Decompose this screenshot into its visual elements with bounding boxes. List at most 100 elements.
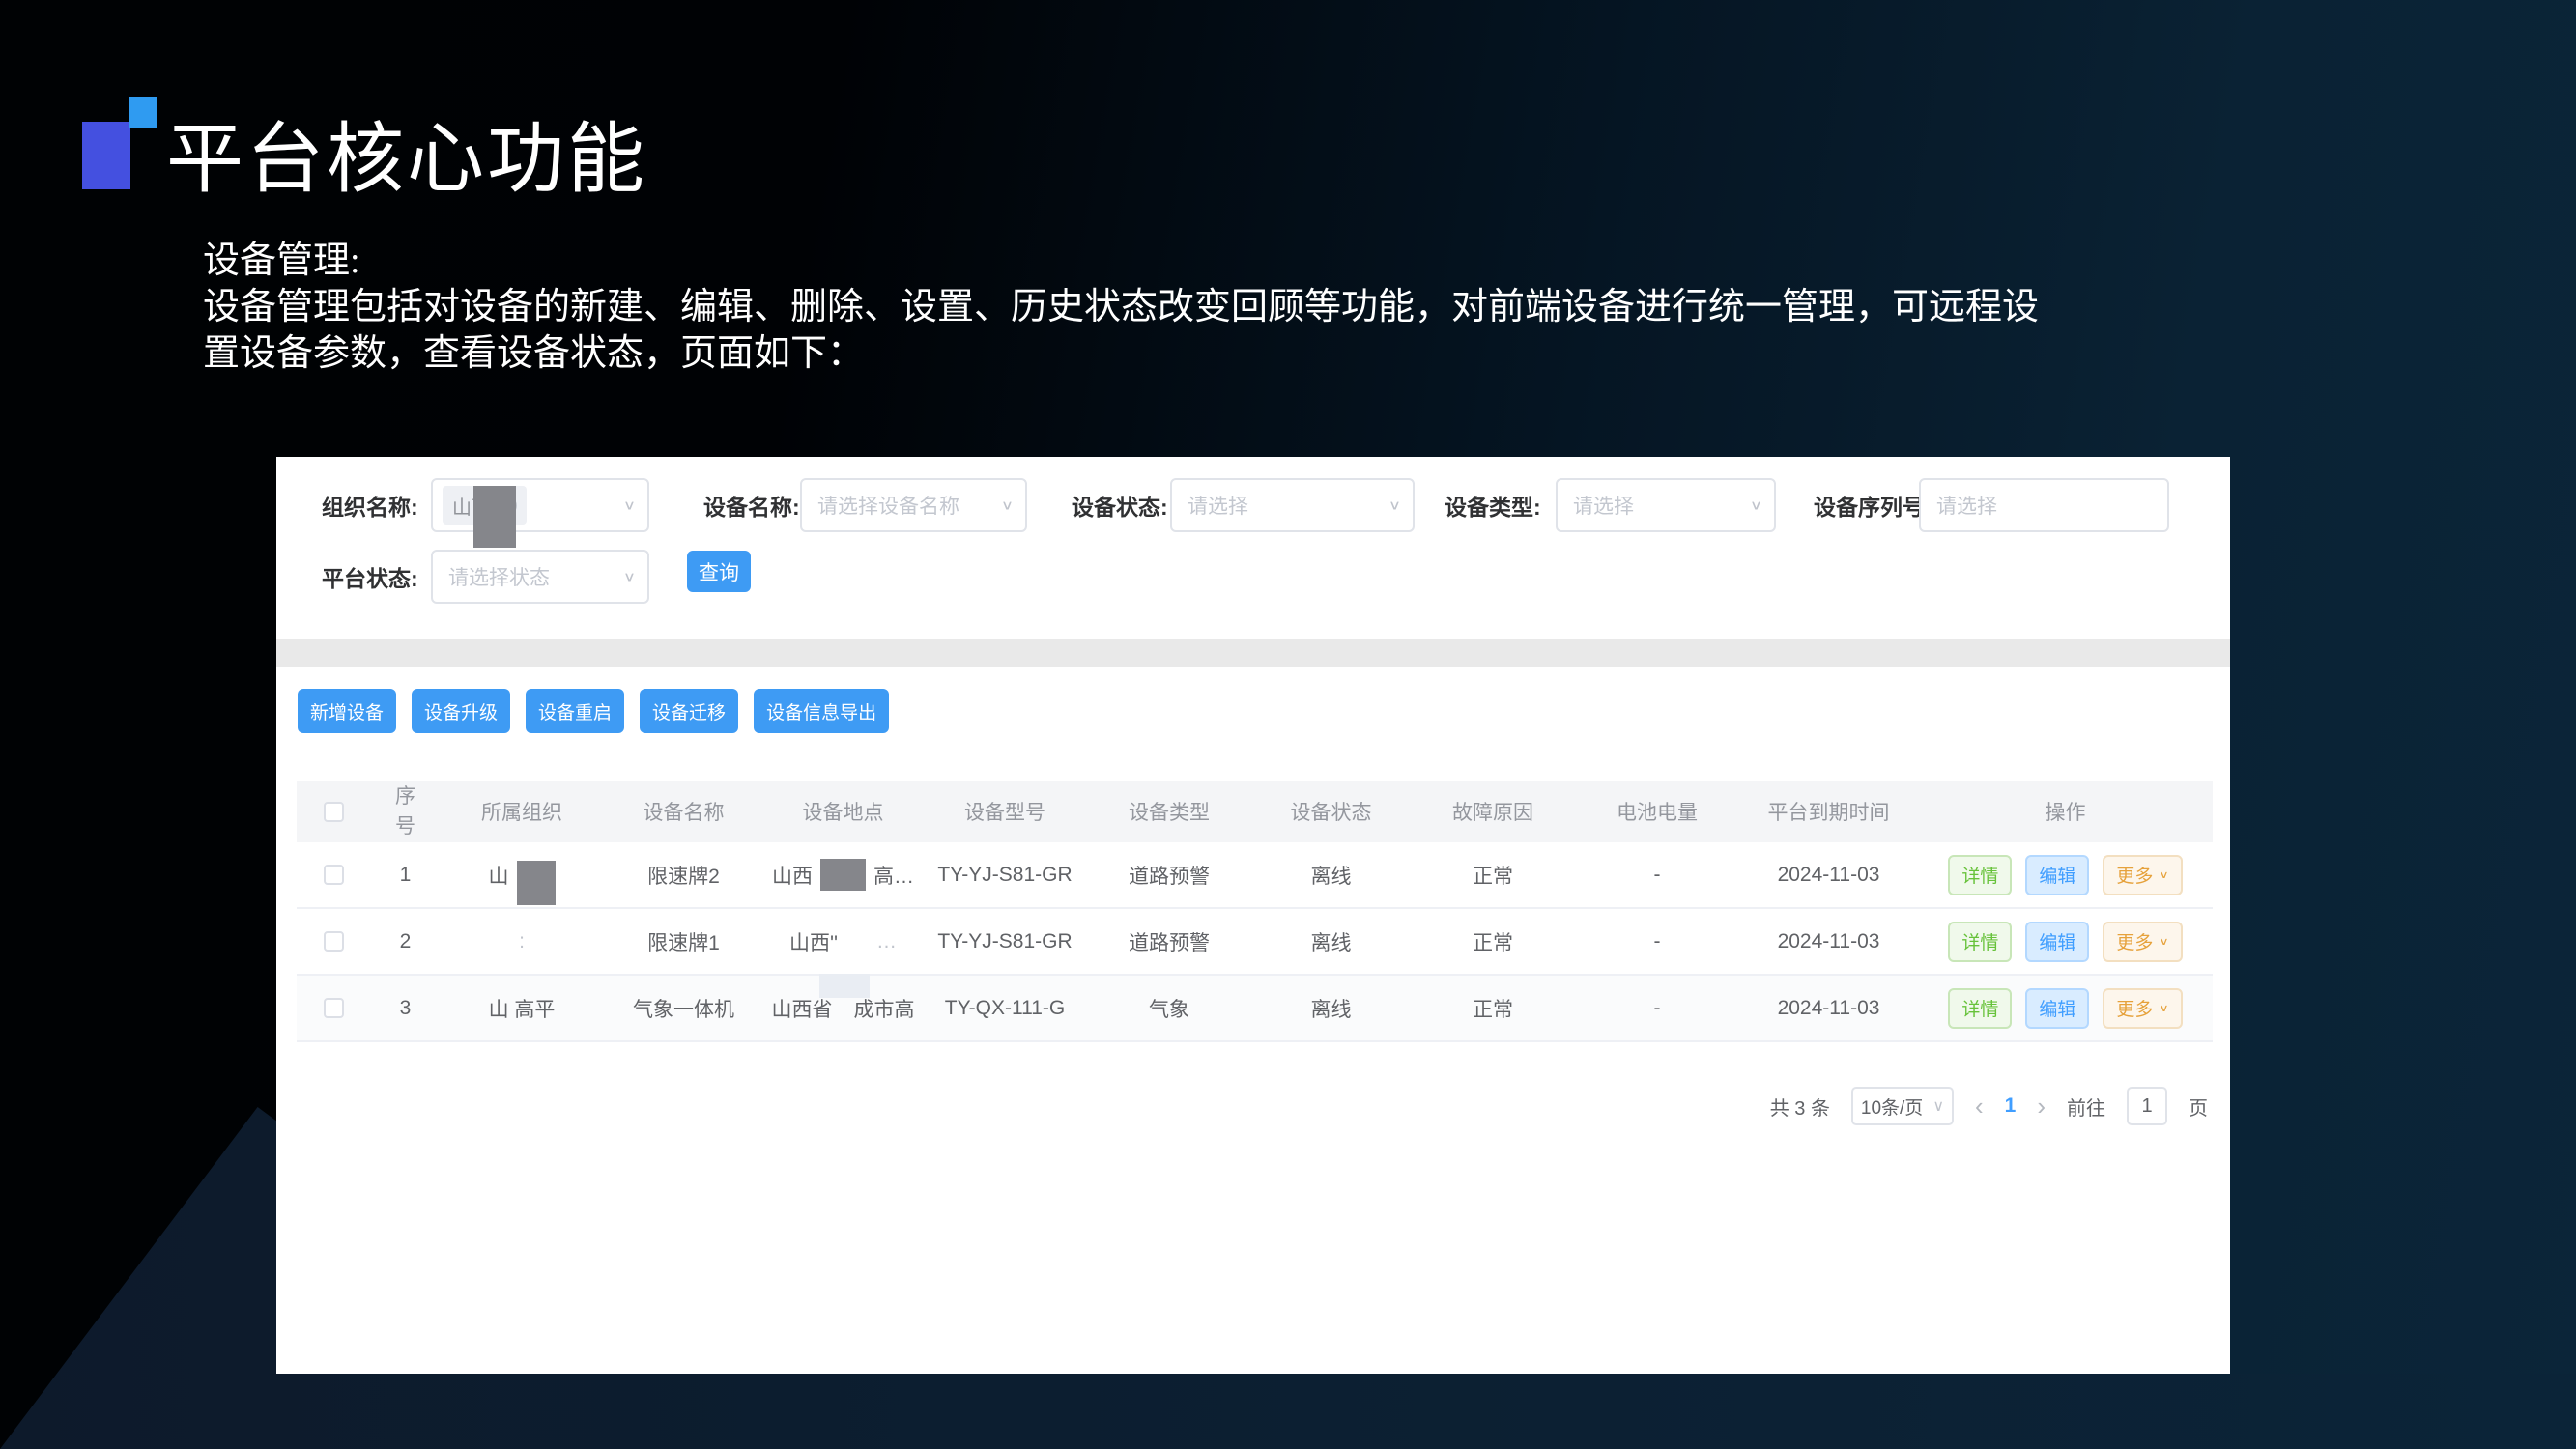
platform-status-placeholder: 请选择状态	[448, 562, 550, 591]
detail-button[interactable]: 详情	[1948, 988, 2012, 1029]
page-size-select[interactable]: 10条/页 ∨	[1851, 1087, 1954, 1125]
device-status-select[interactable]: 请选择 ∨	[1170, 478, 1415, 532]
export-device-info-button[interactable]: 设备信息导出	[754, 689, 889, 733]
body-line-2: 设备管理包括对设备的新建、编辑、删除、设置、历史状态改变回顾等功能，对前端设备进…	[203, 284, 2396, 330]
cell-actions: 详情 编辑 更多 ∨	[1918, 855, 2213, 895]
cell-expire: 2024-11-03	[1739, 997, 1918, 1020]
header-fault: 故障原因	[1411, 797, 1575, 826]
device-type-select[interactable]: 请选择 ∨	[1556, 478, 1776, 532]
device-serial-label: 设备序列号:	[1814, 489, 1932, 522]
row-checkbox[interactable]	[324, 931, 344, 952]
chevron-down-icon: ∨	[2159, 935, 2168, 948]
cell-model: TY-YJ-S81-GR	[923, 864, 1087, 887]
goto-label: 前往	[2067, 1093, 2105, 1121]
cell-name: 限速牌1	[604, 927, 763, 956]
edit-button[interactable]: 编辑	[2025, 988, 2089, 1029]
device-serial-input[interactable]: 请选择	[1919, 478, 2169, 532]
cell-battery: -	[1575, 997, 1739, 1020]
cell-location: 山西 高…	[763, 859, 923, 891]
cell-actions: 详情 编辑 更多 ∨	[1918, 988, 2213, 1029]
row-checkbox[interactable]	[324, 998, 344, 1018]
table-row: 1 山 限速牌2 山西 高… TY-YJ-S81-GR 道路预警 离线 正常 -…	[297, 842, 2213, 909]
cell-expire: 2024-11-03	[1739, 864, 1918, 887]
cell-org: :	[440, 930, 604, 953]
cell-battery: -	[1575, 864, 1739, 887]
header-expire: 平台到期时间	[1739, 797, 1918, 826]
migrate-device-button[interactable]: 设备迁移	[640, 689, 738, 733]
cell-expire: 2024-11-03	[1739, 930, 1918, 953]
table-row: 3 山 高平 气象一体机 山西省 成市高 TY-QX-111-G 气象 离线 正…	[297, 976, 2213, 1042]
cell-location: 山西'' …	[763, 927, 923, 956]
reboot-device-button[interactable]: 设备重启	[526, 689, 624, 733]
total-count: 共 3 条	[1770, 1093, 1830, 1121]
device-table: 序号 所属组织 设备名称 设备地点 设备型号 设备类型 设备状态 故障原因 电池…	[297, 781, 2213, 1042]
redaction-block-light	[819, 974, 870, 998]
chevron-down-icon: ∨	[1750, 497, 1762, 513]
device-management-panel: 组织名称: 山西 ✕ ∨ 设备名称: 请选择设备名称 ∨ 设备状态: 请选择 ∨…	[276, 457, 2230, 1374]
chevron-down-icon: ∨	[623, 569, 636, 584]
cell-location: 山西省 成市高	[763, 994, 923, 1023]
page-suffix: 页	[2189, 1093, 2208, 1121]
device-status-placeholder: 请选择	[1188, 491, 1248, 520]
cell-org: 山 高平	[440, 994, 604, 1023]
cell-status: 离线	[1251, 994, 1411, 1023]
device-status-label: 设备状态:	[1072, 489, 1168, 522]
cell-name: 限速牌2	[604, 861, 763, 890]
cell-org: 山	[440, 853, 604, 897]
cell-type: 道路预警	[1087, 861, 1251, 890]
header-battery: 电池电量	[1575, 797, 1739, 826]
upgrade-device-button[interactable]: 设备升级	[412, 689, 510, 733]
header-index: 序号	[393, 781, 418, 842]
cell-index: 3	[371, 997, 440, 1020]
more-button[interactable]: 更多 ∨	[2103, 988, 2182, 1029]
header-actions: 操作	[1918, 797, 2213, 826]
detail-button[interactable]: 详情	[1948, 855, 2012, 895]
more-button[interactable]: 更多 ∨	[2103, 855, 2182, 895]
page-number[interactable]: 1	[2005, 1094, 2017, 1118]
table-header-row: 序号 所属组织 设备名称 设备地点 设备型号 设备类型 设备状态 故障原因 电池…	[297, 781, 2213, 842]
org-name-select[interactable]: 山西 ✕ ∨	[431, 478, 649, 532]
cell-fault: 正常	[1411, 861, 1575, 890]
platform-status-label: 平台状态:	[322, 560, 418, 593]
chevron-down-icon: ∨	[1388, 497, 1401, 513]
chevron-down-icon: ∨	[2159, 1002, 2168, 1014]
edit-button[interactable]: 编辑	[2025, 855, 2089, 895]
device-serial-placeholder: 请选择	[1936, 491, 1997, 520]
search-button[interactable]: 查询	[687, 551, 751, 592]
table-row: 2 : 限速牌1 山西'' … TY-YJ-S81-GR 道路预警 离线 正常 …	[297, 909, 2213, 976]
cell-type: 气象	[1087, 994, 1251, 1023]
prev-page-arrow[interactable]: ‹	[1975, 1094, 1984, 1119]
next-page-arrow[interactable]: ›	[2037, 1094, 2046, 1119]
cell-index: 2	[371, 930, 440, 953]
platform-status-select[interactable]: 请选择状态 ∨	[431, 550, 649, 604]
redaction-block	[820, 859, 866, 891]
add-device-button[interactable]: 新增设备	[298, 689, 396, 733]
redaction-block	[473, 486, 516, 548]
section-divider-band	[276, 639, 2230, 667]
device-name-label: 设备名称:	[703, 489, 800, 522]
cell-fault: 正常	[1411, 994, 1575, 1023]
edit-button[interactable]: 编辑	[2025, 922, 2089, 962]
device-name-select[interactable]: 请选择设备名称 ∨	[800, 478, 1027, 532]
header-status: 设备状态	[1251, 797, 1411, 826]
title-decor-square-small	[129, 97, 157, 128]
cell-status: 离线	[1251, 861, 1411, 890]
cell-fault: 正常	[1411, 927, 1575, 956]
cell-status: 离线	[1251, 927, 1411, 956]
row-checkbox[interactable]	[324, 865, 344, 885]
chevron-down-icon: ∨	[1001, 497, 1014, 513]
chevron-down-icon: ∨	[1932, 1096, 1944, 1116]
device-type-label: 设备类型:	[1445, 489, 1541, 522]
more-button[interactable]: 更多 ∨	[2103, 922, 2182, 962]
detail-button[interactable]: 详情	[1948, 922, 2012, 962]
select-all-checkbox[interactable]	[324, 802, 344, 822]
slide-body-text: 设备管理: 设备管理包括对设备的新建、编辑、删除、设置、历史状态改变回顾等功能，…	[203, 238, 2396, 377]
device-type-placeholder: 请选择	[1573, 491, 1634, 520]
title-decor-square-large	[82, 122, 130, 189]
goto-page-input[interactable]	[2127, 1087, 2167, 1125]
header-type: 设备类型	[1087, 797, 1251, 826]
body-line-1: 设备管理:	[203, 238, 2396, 284]
header-name: 设备名称	[604, 797, 763, 826]
redaction-block	[517, 861, 556, 905]
body-line-3: 置设备参数，查看设备状态，页面如下：	[203, 330, 2396, 377]
